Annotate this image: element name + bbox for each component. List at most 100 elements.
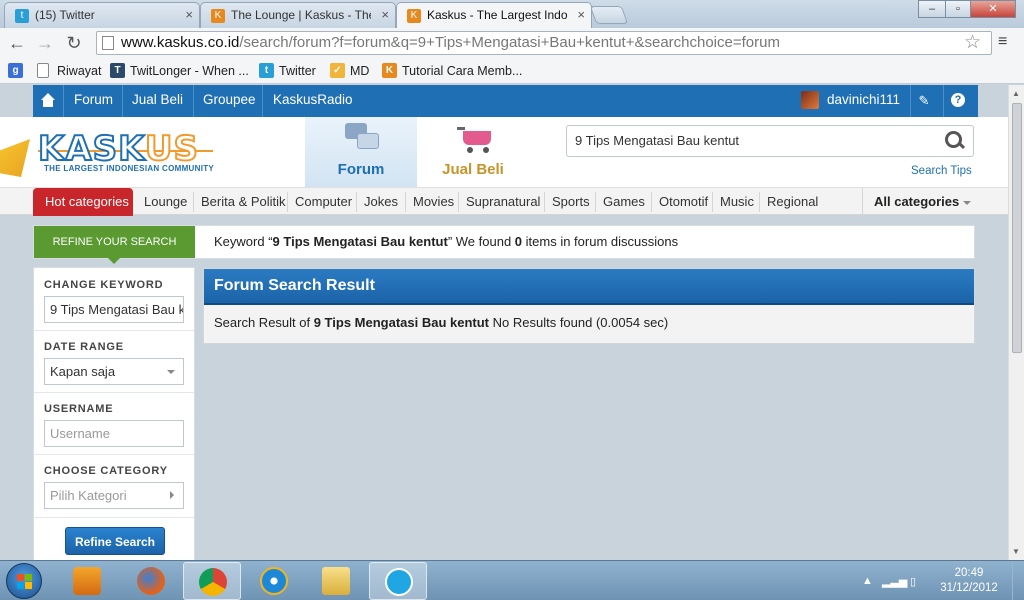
sidebar-divider [34,330,194,331]
all-categories-dropdown[interactable]: All categories [862,188,978,216]
party-hat-icon [0,139,30,177]
scroll-down-icon[interactable]: ▼ [1012,547,1020,556]
change-keyword-label: CHANGE KEYWORD [44,279,164,291]
chrome-menu-icon[interactable]: ≡ [998,34,1014,50]
taskbar-file-explorer[interactable] [307,562,365,600]
service-jual-beli[interactable]: Jual Beli [417,117,529,187]
search-icon[interactable] [945,131,965,151]
category-music[interactable]: Music [720,188,754,216]
category-otomotif[interactable]: Otomotif [659,188,708,216]
nav-jual-beli[interactable]: Jual Beli [132,85,183,117]
nav-groupee[interactable]: Groupee [203,85,256,117]
category-berita-politik[interactable]: Berita & Politik [201,188,286,216]
twitlonger-icon: T [110,63,125,78]
nav-forum[interactable]: Forum [74,85,113,117]
page-scrollbar[interactable]: ▲ ▼ [1008,85,1024,560]
bookmark-twitlonger[interactable]: T TwitLonger - When ... [110,62,249,80]
scrollbar-thumb[interactable] [1012,103,1022,353]
pencil-icon[interactable]: ✎ [915,92,933,110]
chrome-icon [199,568,227,596]
taskbar-firefox[interactable] [122,562,180,600]
category-select[interactable]: Pilih Kategori [44,482,184,509]
maximize-button[interactable]: ▫ [945,0,971,18]
refine-sidebar: CHANGE KEYWORD 9 Tips Mengatasi Bau kent… [33,267,195,560]
new-tab-button[interactable] [589,6,629,24]
taskbar-media-player[interactable] [58,562,116,600]
avatar[interactable] [801,91,819,109]
kaskus-logo[interactable]: KASKUS THE LARGEST INDONESIAN COMMUNITY [0,117,305,187]
bookmark-label: Twitter [279,64,316,78]
window-close-button[interactable]: ✕ [970,0,1016,18]
chevron-right-icon [170,491,174,499]
date-range-label: DATE RANGE [44,341,124,353]
scroll-up-icon[interactable]: ▲ [1012,89,1020,98]
chevron-down-icon [167,370,175,374]
battery-icon[interactable]: ▯ [910,575,916,588]
help-icon[interactable]: ? [951,93,965,107]
nav-divider [122,85,123,117]
taskbar-skype[interactable] [369,562,427,600]
bookmark-md[interactable]: ✓ MD [330,62,369,80]
back-button[interactable]: ← [6,32,28,54]
sidebar-divider [34,392,194,393]
tab-title: The Lounge | Kaskus - The [231,8,371,22]
bookmark-riwayat[interactable]: Riwayat [37,62,101,80]
tab-the-lounge[interactable]: K The Lounge | Kaskus - The × [200,2,396,28]
kaskus-favicon: K [407,9,421,23]
refine-message: Keyword “9 Tips Mengatasi Bau kentut” We… [214,234,679,249]
category-divider [651,192,652,212]
network-signal-icon[interactable]: ▂▃▅ [882,575,907,588]
service-forum[interactable]: Forum [305,117,417,187]
forward-button[interactable]: → [34,32,56,54]
nav-kaskusradio[interactable]: KaskusRadio [273,85,353,117]
hot-categories-tab[interactable]: Hot categories [33,188,133,216]
keyword-input[interactable]: 9 Tips Mengatasi Bau kentut [44,296,184,323]
category-bar: Hot categories Lounge Berita & Politik C… [0,187,1008,216]
taskbar-clock[interactable]: 20:49 31/12/2012 [932,566,1006,596]
bookmark-google[interactable]: g [8,62,23,80]
category-games[interactable]: Games [603,188,645,216]
category-sports[interactable]: Sports [552,188,590,216]
address-bar[interactable]: www.kaskus.co.id/search/forum?f=forum&q=… [96,31,992,55]
refine-search-button[interactable]: Refine Search [65,527,165,555]
twitter-bird-icon: t [15,9,29,23]
service-label: Forum [337,161,385,178]
category-regional[interactable]: Regional [767,188,818,216]
category-jokes[interactable]: Jokes [364,188,398,216]
show-hidden-icons-icon[interactable]: ▲ [862,575,873,587]
close-icon[interactable]: × [185,3,193,27]
taskbar-chrome[interactable] [183,562,241,600]
result-title: Forum Search Result [204,269,974,305]
logo-wordmark: KASKUS [37,129,200,169]
reload-button[interactable]: ↻ [63,32,85,54]
tab-kaskus-search[interactable]: K Kaskus - The Largest Indo × [396,2,592,28]
bookmark-tutorial[interactable]: K Tutorial Cara Memb... [382,62,522,80]
site-search-input[interactable]: 9 Tips Mengatasi Bau kentut [566,125,974,157]
show-desktop-button[interactable] [1012,561,1024,600]
tab-twitter[interactable]: t (15) Twitter × [4,2,200,28]
home-icon[interactable] [41,93,55,107]
close-icon[interactable]: × [381,3,389,27]
logo-tagline: THE LARGEST INDONESIAN COMMUNITY [44,164,215,173]
username-link[interactable]: davinichi111 [827,85,900,117]
search-tips-link[interactable]: Search Tips [911,165,972,177]
bookmark-twitter[interactable]: t Twitter [259,62,316,80]
sidebar-divider [34,517,194,518]
google-icon: g [8,63,23,78]
category-lounge[interactable]: Lounge [144,188,187,216]
username-input[interactable]: Username [44,420,184,447]
minimize-button[interactable]: – [918,0,946,18]
bookmarks-bar: g Riwayat T TwitLonger - When ... t Twit… [0,58,1024,84]
category-supranatural[interactable]: Supranatural [466,188,540,216]
date-range-select[interactable]: Kapan saja [44,358,184,385]
category-movies[interactable]: Movies [413,188,454,216]
file-explorer-icon [322,567,350,595]
kaskus-favicon: K [382,63,397,78]
close-icon[interactable]: × [577,3,585,27]
category-computer[interactable]: Computer [295,188,352,216]
firefox-icon [137,567,165,595]
start-button[interactable] [6,563,42,599]
bookmark-star-icon[interactable]: ☆ [964,31,981,54]
taskbar-internet-explorer[interactable] [245,562,303,600]
url-path: /search/forum?f=forum&q=9+Tips+Mengatasi… [239,34,780,51]
